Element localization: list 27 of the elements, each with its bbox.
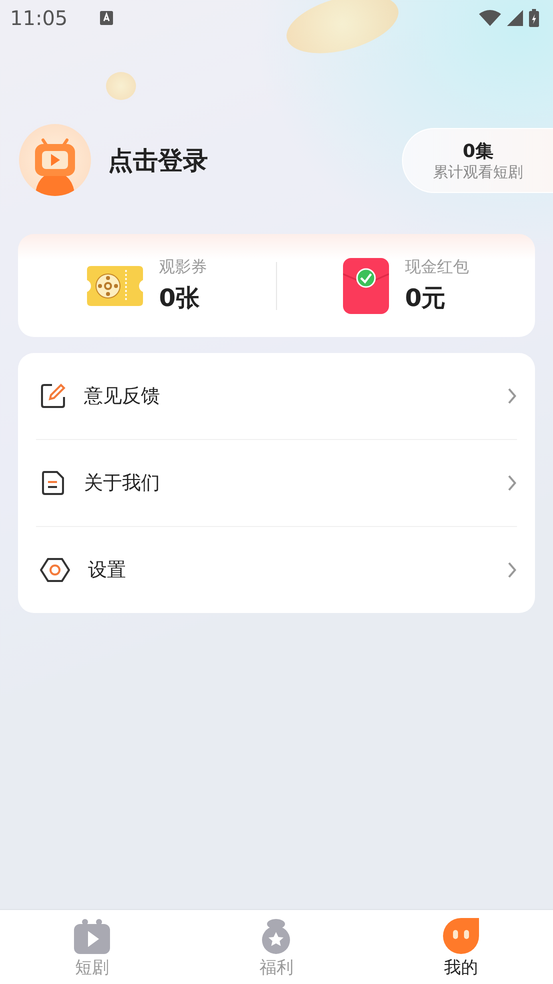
settings-icon bbox=[40, 557, 70, 583]
wallet-label: 现金红包 bbox=[405, 257, 469, 278]
keyboard-icon bbox=[100, 11, 113, 25]
wifi-icon bbox=[479, 10, 501, 26]
menu-item[interactable]: 关于我们 bbox=[36, 440, 517, 527]
coin-decoration bbox=[106, 72, 136, 100]
menu-item[interactable]: 意见反馈 bbox=[36, 353, 517, 440]
wallet-value: 0元 bbox=[405, 283, 447, 314]
watch-count: 0集 bbox=[462, 140, 494, 162]
status-time: 11:05 bbox=[10, 6, 68, 30]
chevron-right-icon bbox=[507, 474, 517, 492]
cash-envelope-icon bbox=[343, 258, 389, 314]
wallet-value: 0张 bbox=[159, 283, 201, 314]
login-link[interactable]: 点击登录 bbox=[108, 144, 208, 176]
nav-tab[interactable]: 我的 bbox=[368, 910, 553, 984]
menu-item[interactable]: 设置 bbox=[36, 527, 517, 613]
chevron-right-icon bbox=[507, 387, 517, 405]
chevron-right-icon bbox=[507, 561, 517, 579]
tv-play-icon bbox=[74, 918, 110, 954]
signal-icon bbox=[507, 10, 523, 26]
face-icon bbox=[442, 918, 479, 954]
watch-caption: 累计观看短剧 bbox=[433, 162, 523, 182]
film-ticket-icon bbox=[87, 266, 143, 306]
battery-icon bbox=[529, 9, 539, 27]
document-icon bbox=[40, 470, 66, 496]
wallet-label: 观影券 bbox=[159, 257, 207, 278]
edit-icon bbox=[40, 383, 66, 409]
